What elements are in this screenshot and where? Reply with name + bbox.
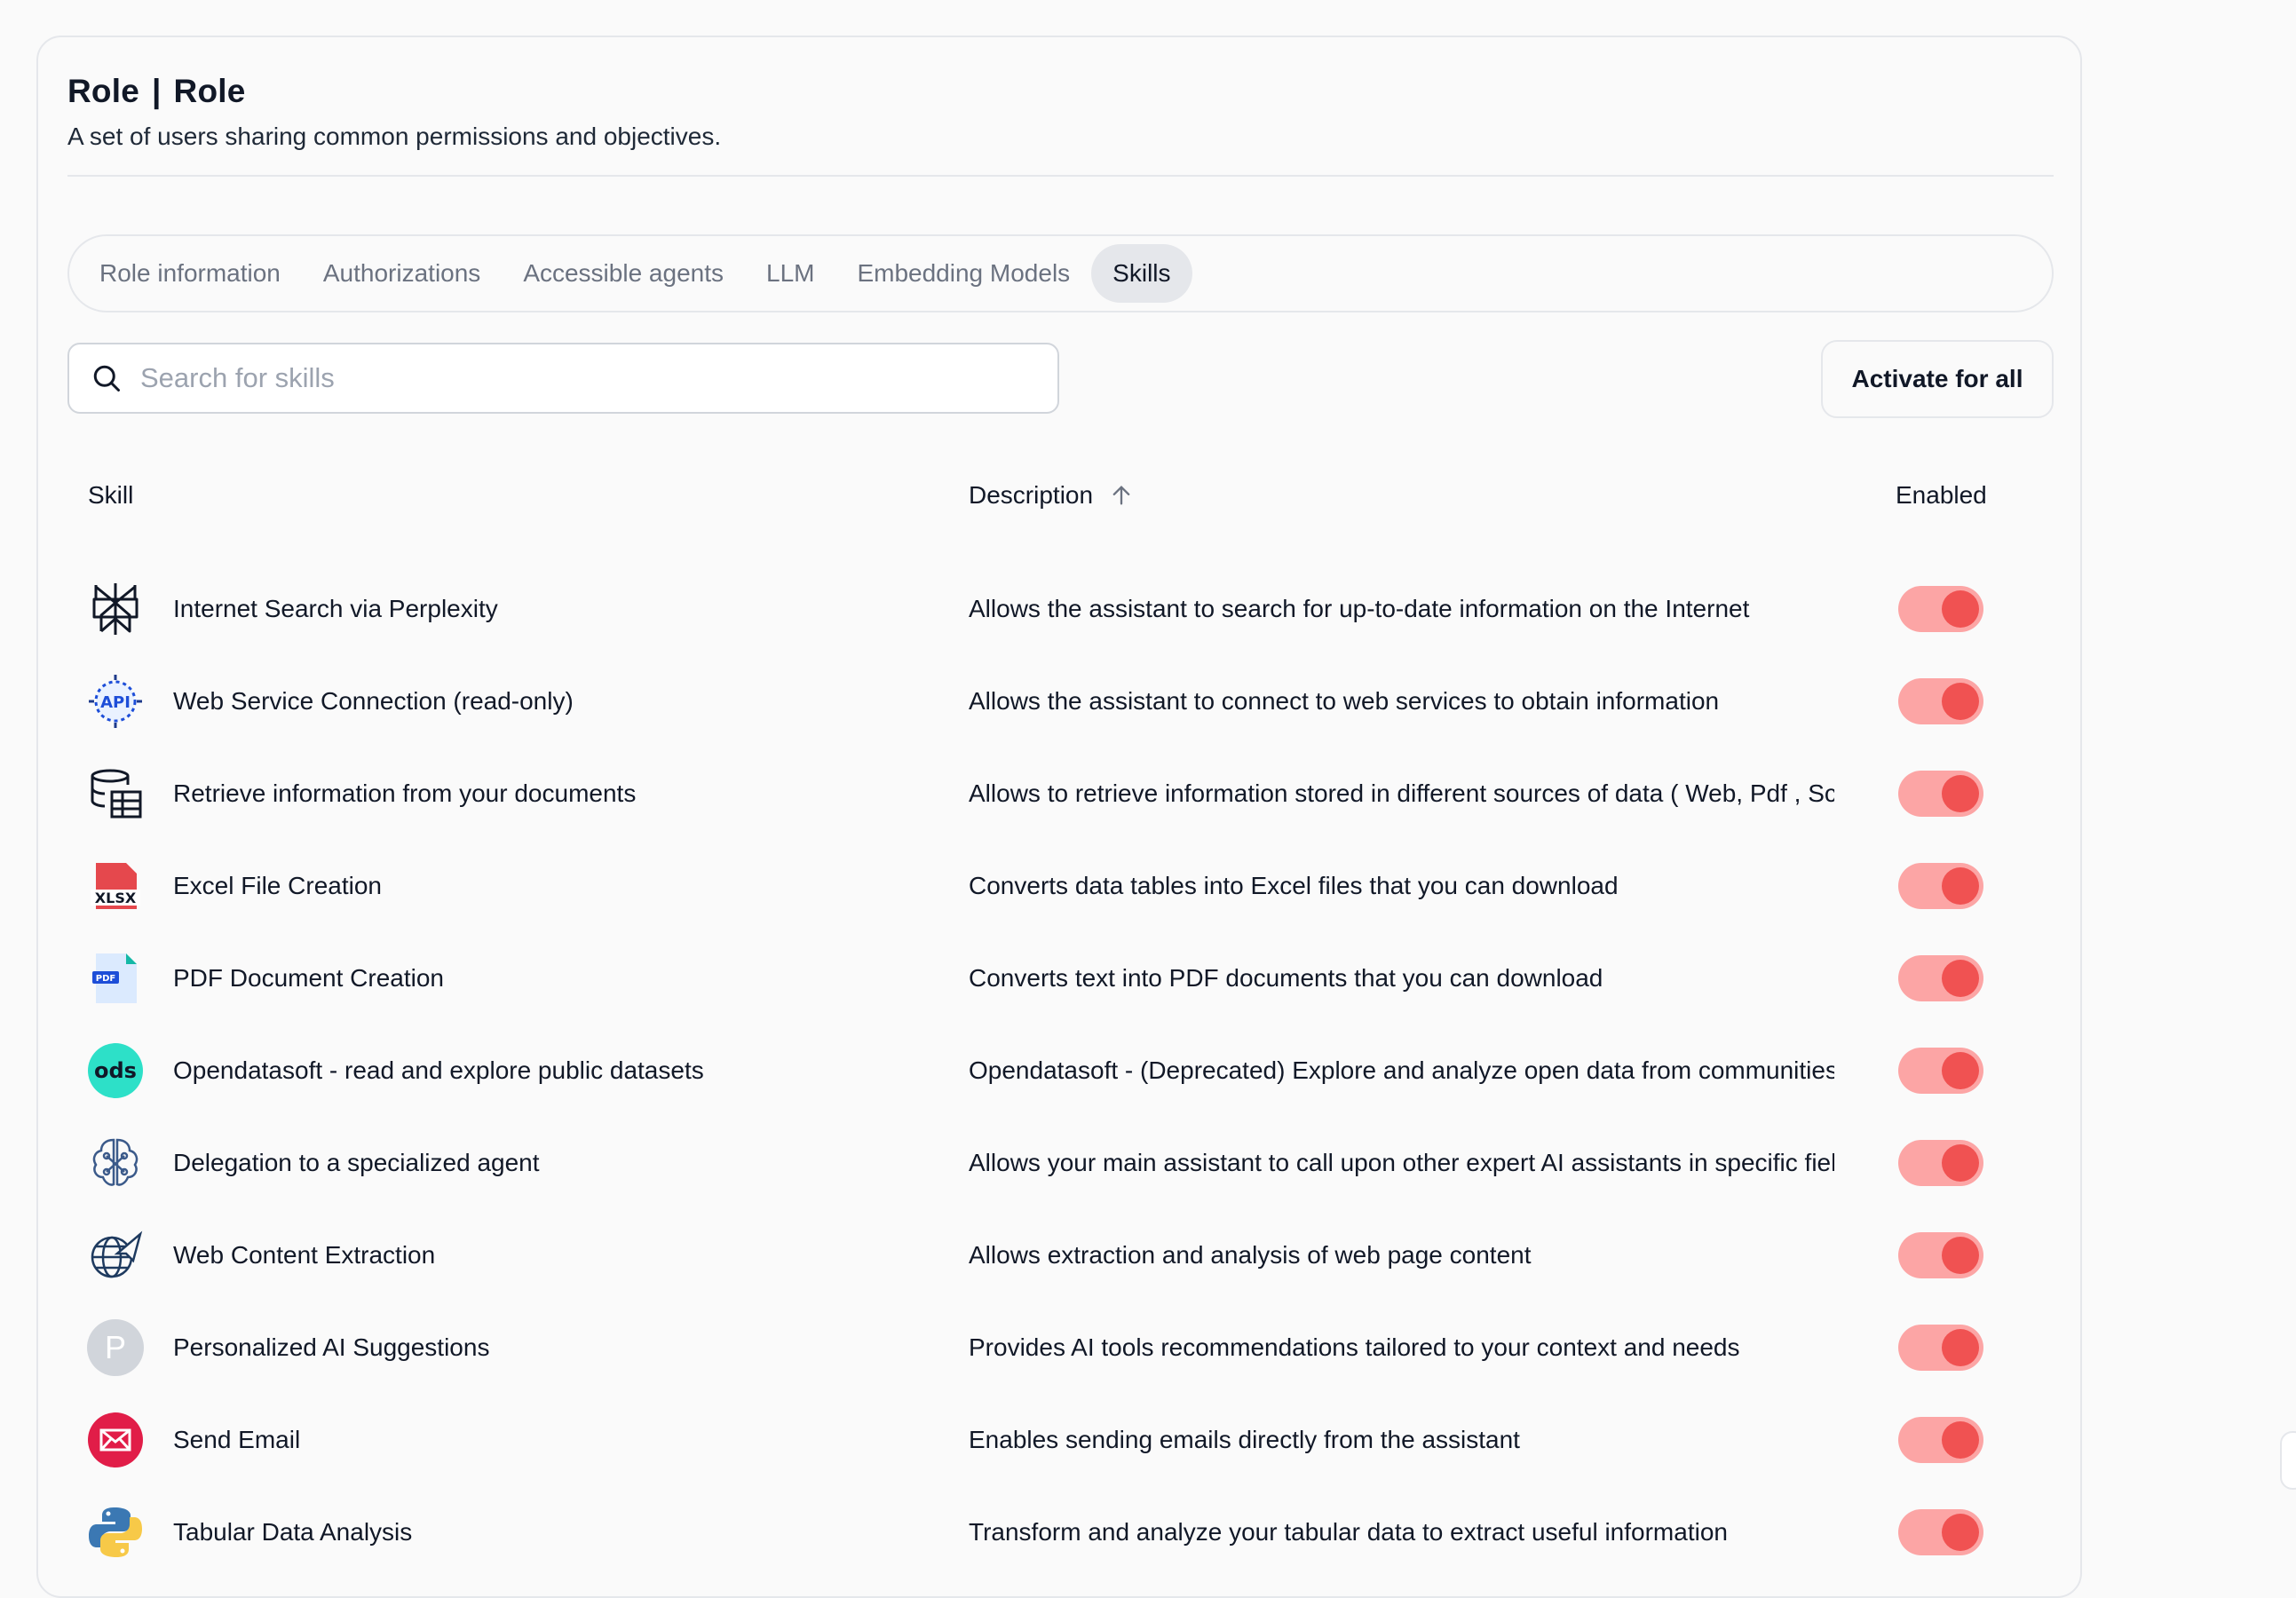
xlsx-file-icon: XLSX <box>87 858 144 914</box>
skill-description: Allows your main assistant to call upon … <box>969 1149 1834 1176</box>
skill-description: Provides AI tools recommendations tailor… <box>969 1333 1740 1361</box>
column-header-description-label: Description <box>969 481 1094 509</box>
toggle-knob <box>1942 1514 1979 1551</box>
toggle-knob <box>1942 1052 1979 1089</box>
tab-llm[interactable]: LLM <box>745 244 835 303</box>
table-row: Internet Search via Perplexity Allows th… <box>38 563 2080 655</box>
header-divider <box>67 175 2054 177</box>
skill-description: Allows the assistant to connect to web s… <box>969 687 1720 715</box>
skill-description: Allows extraction and analysis of web pa… <box>969 1241 1532 1269</box>
skill-name: Opendatasoft - read and explore public d… <box>173 1056 704 1084</box>
svg-text:PDF: PDF <box>96 974 115 984</box>
column-header-description[interactable]: Description <box>969 481 1134 510</box>
page-header: Role | Role A set of users sharing common … <box>67 73 721 151</box>
brain-network-icon <box>87 1135 144 1191</box>
toggle-knob <box>1942 775 1979 812</box>
toggle-knob <box>1942 1144 1979 1182</box>
tab-accessible-agents[interactable]: Accessible agents <box>502 244 745 303</box>
skill-name: Web Service Connection (read-only) <box>173 687 574 715</box>
search-icon <box>93 365 120 392</box>
svg-text:ods: ods <box>94 1058 137 1083</box>
toggle-knob <box>1942 960 1979 997</box>
enabled-toggle[interactable] <box>1898 1325 1983 1371</box>
skill-name: Excel File Creation <box>173 872 382 899</box>
skill-description: Allows to retrieve information stored in… <box>969 779 1834 807</box>
table-row: ods Opendatasoft - read and explore publ… <box>38 1024 2080 1117</box>
enabled-toggle[interactable] <box>1898 1232 1983 1278</box>
enabled-toggle[interactable] <box>1898 863 1983 909</box>
skill-name: Delegation to a specialized agent <box>173 1149 540 1176</box>
skill-name: Send Email <box>173 1426 301 1453</box>
skill-description: Transform and analyze your tabular data … <box>969 1518 1728 1546</box>
skill-description: Converts data tables into Excel files th… <box>969 872 1619 899</box>
toggle-knob <box>1942 867 1979 905</box>
side-panel-handle[interactable] <box>2280 1431 2296 1490</box>
toggle-knob <box>1942 590 1979 628</box>
tab-bar: Role information Authorizations Accessib… <box>67 234 2054 312</box>
enabled-toggle[interactable] <box>1898 1140 1983 1186</box>
table-row: API Web Service Connection (read-only) A… <box>38 655 2080 748</box>
table-row: Retrieve information from your documents… <box>38 748 2080 840</box>
svg-text:API: API <box>100 693 131 712</box>
table-row: Send Email Enables sending emails direct… <box>38 1394 2080 1486</box>
search-input[interactable] <box>140 362 993 394</box>
enabled-toggle[interactable] <box>1898 586 1983 632</box>
skill-name: Internet Search via Perplexity <box>173 595 498 622</box>
activate-for-all-button[interactable]: Activate for all <box>1821 340 2054 418</box>
pdf-file-icon: PDF <box>87 950 144 1007</box>
perplexity-icon <box>87 581 144 637</box>
tab-skills[interactable]: Skills <box>1091 244 1192 303</box>
skill-name: Tabular Data Analysis <box>173 1518 413 1546</box>
enabled-toggle[interactable] <box>1898 1417 1983 1463</box>
email-icon <box>87 1412 144 1468</box>
table-row: P Personalized AI Suggestions Provides A… <box>38 1301 2080 1394</box>
page-title: Role | Role <box>67 73 246 109</box>
search-box <box>67 343 1059 414</box>
page-subtitle: A set of users sharing common permission… <box>67 123 722 150</box>
tab-role-information[interactable]: Role information <box>78 244 302 303</box>
toggle-knob <box>1942 1329 1979 1366</box>
skill-name: Retrieve information from your documents <box>173 779 637 807</box>
skill-name: Personalized AI Suggestions <box>173 1333 490 1361</box>
python-icon <box>87 1504 144 1561</box>
enabled-toggle[interactable] <box>1898 1509 1983 1555</box>
enabled-toggle[interactable] <box>1898 771 1983 817</box>
skill-description: Enables sending emails directly from the… <box>969 1426 1520 1453</box>
skill-name: Web Content Extraction <box>173 1241 436 1269</box>
table-row: Tabular Data Analysis Transform and anal… <box>38 1486 2080 1578</box>
column-header-enabled[interactable]: Enabled <box>1896 481 1987 510</box>
sort-ascending-icon[interactable] <box>1109 483 1134 508</box>
enabled-toggle[interactable] <box>1898 678 1983 724</box>
toggle-knob <box>1942 1421 1979 1459</box>
database-icon <box>87 765 144 822</box>
table-row: Web Content Extraction Allows extraction… <box>38 1209 2080 1301</box>
tab-embedding-models[interactable]: Embedding Models <box>835 244 1091 303</box>
globe-send-icon <box>87 1227 144 1284</box>
toggle-knob <box>1942 1237 1979 1274</box>
enabled-toggle[interactable] <box>1898 1048 1983 1094</box>
ods-logo-icon: ods <box>87 1042 144 1099</box>
toggle-knob <box>1942 683 1979 720</box>
tab-authorizations[interactable]: Authorizations <box>302 244 502 303</box>
skill-description: Allows the assistant to search for up-to… <box>969 595 1750 622</box>
skill-description: Converts text into PDF documents that yo… <box>969 964 1603 992</box>
skill-name: PDF Document Creation <box>173 964 445 992</box>
enabled-toggle[interactable] <box>1898 955 1983 1001</box>
api-icon: API <box>87 673 144 730</box>
table-row: XLSX Excel File Creation Converts data t… <box>38 840 2080 932</box>
table-row: Delegation to a specialized agent Allows… <box>38 1117 2080 1209</box>
letter-p-avatar-icon: P <box>87 1319 144 1376</box>
table-row: PDF PDF Document Creation Converts text … <box>38 932 2080 1024</box>
skill-description: Opendatasoft - (Deprecated) Explore and … <box>969 1056 1834 1084</box>
column-header-skill[interactable]: Skill <box>88 481 133 510</box>
svg-text:XLSX: XLSX <box>95 890 137 906</box>
role-card: Role | Role A set of users sharing common … <box>36 36 2082 1598</box>
